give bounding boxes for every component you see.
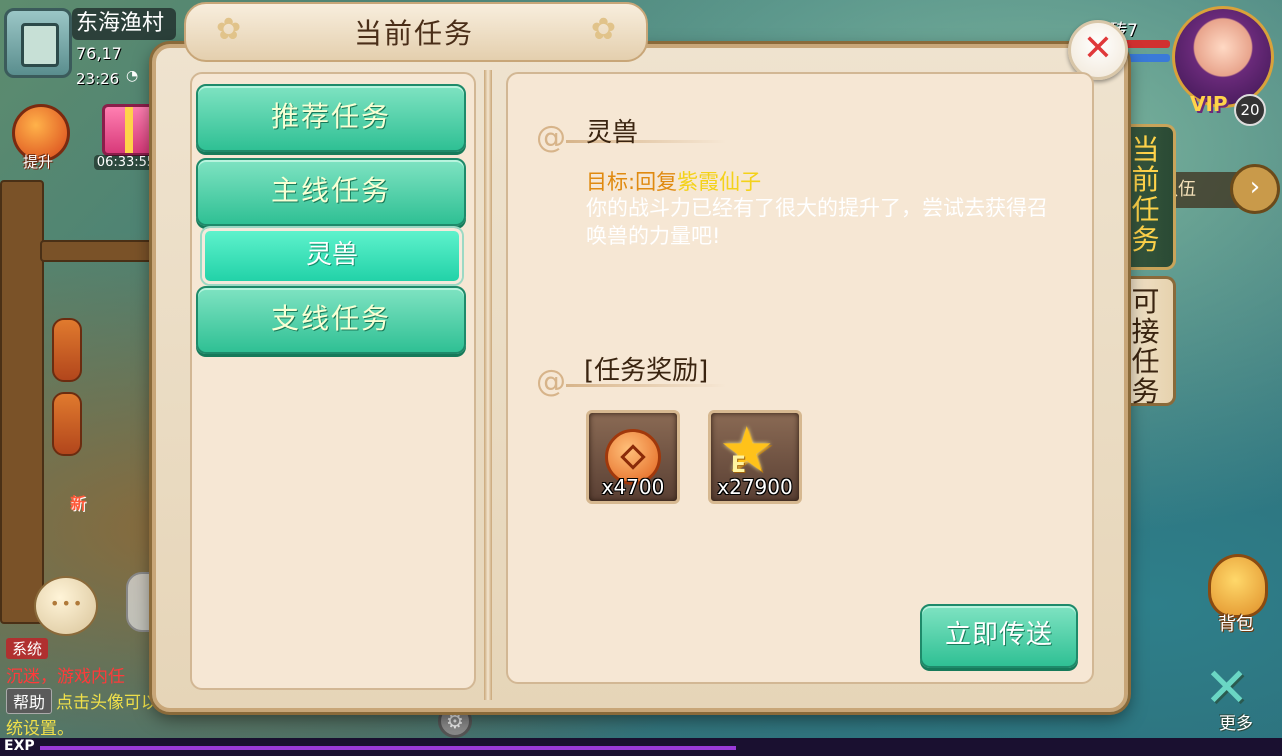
coordinates: 76,17 — [76, 44, 122, 63]
vip-label[interactable]: VIP — [1190, 92, 1228, 116]
dialog-title: 当前任务 — [353, 17, 474, 50]
panel-divider — [484, 70, 492, 700]
close-button[interactable]: ✕ — [1068, 20, 1128, 80]
cloud-ornament — [536, 364, 726, 399]
teleport-button[interactable]: 立即传送 — [920, 604, 1078, 668]
vip-level-badge: 20 — [1234, 94, 1266, 126]
category-recommended-button[interactable]: 推荐任务 — [196, 84, 466, 152]
exp-label: EXP — [4, 738, 35, 754]
wifi-icon: ◔ — [126, 68, 139, 84]
gift-timer: 06:33:55 — [94, 155, 158, 170]
cloud-ornament — [536, 120, 726, 155]
reward-qty: x27900 — [717, 475, 793, 499]
goal-npc-link[interactable]: 紫霞仙子 — [677, 170, 761, 194]
team-expand-arrow-icon[interactable]: › — [1230, 164, 1280, 214]
quest-goal: 目标:回复紫霞仙子 — [586, 166, 761, 196]
more-label: 更多 — [1219, 714, 1253, 734]
dock-beam — [40, 240, 154, 262]
help-tag[interactable]: 帮助 — [6, 688, 53, 714]
lantern-decoration — [52, 318, 82, 382]
upgrade-label: 提升 — [22, 153, 53, 171]
bag-label: 背包 — [1218, 614, 1254, 635]
dock-post — [0, 180, 44, 624]
bag-button[interactable]: 背包 — [1196, 548, 1276, 640]
reward-slot-coin[interactable]: x4700 — [586, 410, 680, 504]
gift-button[interactable]: 06:33:55 — [94, 100, 158, 172]
upgrade-button[interactable]: 提升 — [6, 100, 70, 172]
reward-section-title: [任务奖励] — [584, 356, 709, 386]
bag-icon — [1208, 554, 1268, 618]
system-tag: 系统 — [6, 638, 49, 659]
chat-line-system: 系统 — [6, 638, 52, 659]
quest-description: 你的战斗力已经有了很大的提升了，尝试去获得召唤兽的力量吧! — [586, 196, 1048, 248]
more-button[interactable]: ✕ 更多 — [1198, 656, 1274, 734]
gift-box-icon — [102, 104, 158, 156]
quest-name: 灵兽 — [586, 118, 639, 148]
reward-qty: x4700 — [601, 475, 665, 499]
category-side-button[interactable]: 支线任务 — [196, 286, 466, 354]
exp-bar-fill — [40, 746, 736, 750]
new-badge: 新 — [70, 494, 87, 513]
category-spirit-beast-item[interactable]: 灵兽 — [202, 228, 462, 284]
category-main-button[interactable]: 主线任务 — [196, 158, 466, 226]
map-icon[interactable] — [4, 8, 72, 78]
location-name: 东海渔村 — [72, 8, 176, 40]
clock: 23:26 — [76, 70, 120, 88]
tab-available-quests-label: 可接任务 — [1131, 285, 1160, 408]
lantern-decoration — [52, 392, 82, 456]
tab-current-quests-label: 当前任务 — [1131, 133, 1160, 256]
chat-bubble-icon[interactable] — [34, 576, 98, 636]
goal-prefix: 目标:回复 — [586, 170, 678, 194]
chat-line-1: 沉迷，游戏内任 — [6, 667, 125, 687]
reward-slot-exp[interactable]: ★ E x27900 — [708, 410, 802, 504]
chat-line-3: 统设置。 — [6, 719, 74, 739]
